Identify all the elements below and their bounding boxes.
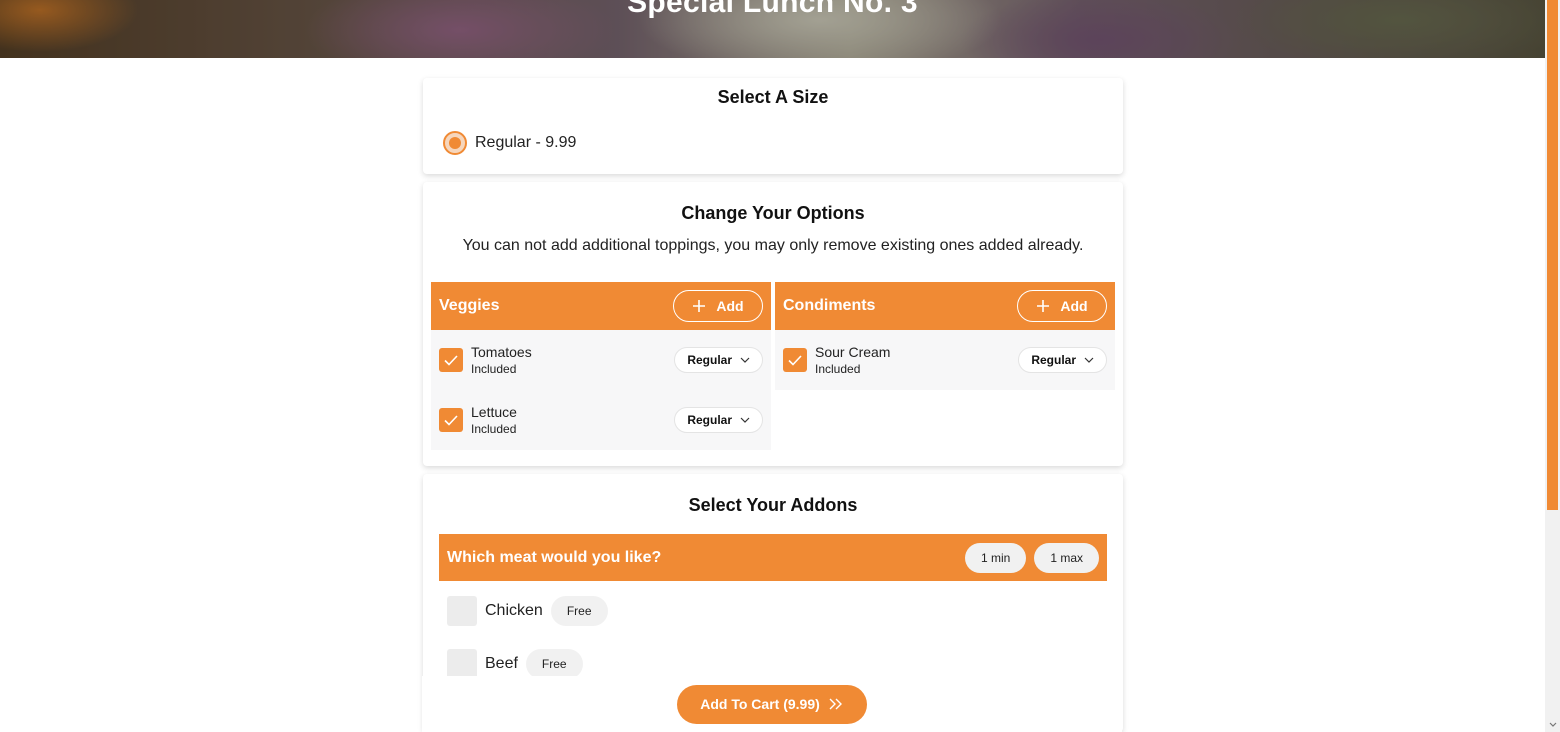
amount-select[interactable]: Regular (674, 347, 763, 373)
plus-icon (693, 300, 706, 312)
chevron-down-icon (1084, 357, 1094, 363)
radio-button[interactable] (443, 131, 467, 155)
add-button-label: Add (716, 298, 744, 314)
amount-select-value: Regular (687, 413, 732, 427)
double-chevron-right-icon (829, 698, 842, 710)
add-to-cart-button[interactable]: Add To Cart (9.99) (677, 684, 867, 724)
checkmark-icon (788, 355, 802, 366)
addon-question: Which meat would you like? (447, 548, 662, 566)
size-option-regular[interactable]: Regular - 9.99 (443, 131, 576, 155)
option-item-tomatoes: Tomatoes Included Regular (431, 330, 771, 390)
addons-section-title: Select Your Addons (688, 495, 858, 515)
scroll-down-arrow-icon[interactable] (1545, 717, 1560, 732)
cart-footer: Add To Cart (9.99) (422, 676, 1122, 732)
amount-select-value: Regular (1031, 353, 1076, 367)
plus-icon (1037, 300, 1050, 312)
addon-name: Beef (485, 655, 518, 672)
option-item-lettuce: Lettuce Included Regular (431, 390, 771, 450)
addon-choice-beef[interactable]: Beef Free (447, 649, 583, 679)
scrollbar-thumb[interactable] (1547, 0, 1558, 510)
chevron-down-icon (740, 357, 750, 363)
item-name: Sour Cream (815, 344, 891, 360)
options-section-title: Change Your Options (681, 203, 865, 223)
add-to-cart-label: Add To Cart (9.99) (700, 696, 820, 712)
group-header: Veggies Add (431, 282, 771, 330)
size-option-label: Regular - 9.99 (475, 134, 577, 151)
checkbox-checked[interactable] (439, 408, 463, 432)
size-section-title: Select A Size (717, 87, 829, 107)
item-status: Included (471, 422, 517, 436)
option-item-sour-cream: Sour Cream Included Regular (775, 330, 1115, 390)
size-section: Select A Size Regular - 9.99 (423, 78, 1123, 174)
item-name: Lettuce (471, 404, 517, 420)
group-name: Veggies (439, 297, 500, 314)
checkmark-icon (444, 355, 458, 366)
item-status: Included (815, 362, 861, 376)
hero-banner: Special Lunch No. 3 (0, 0, 1545, 58)
add-condiments-button[interactable]: Add (1017, 290, 1107, 322)
checkbox-unchecked[interactable] (447, 649, 477, 679)
price-badge: Free (550, 596, 608, 626)
checkbox-unchecked[interactable] (447, 596, 477, 626)
product-title: Special Lunch No. 3 (627, 0, 918, 19)
page-scrollbar[interactable] (1545, 0, 1560, 732)
item-name: Tomatoes (471, 344, 532, 360)
group-condiments: Condiments Add Sour Cream Included Regul… (775, 282, 1115, 390)
max-badge: 1 max (1034, 542, 1099, 573)
checkmark-icon (444, 415, 458, 426)
addon-group-header: Which meat would you like? 1 min 1 max (439, 534, 1107, 581)
amount-select[interactable]: Regular (1018, 347, 1107, 373)
radio-selected-dot (449, 137, 461, 149)
group-veggies: Veggies Add Tomatoes Included Regular Le… (431, 282, 771, 450)
add-button-label: Add (1060, 298, 1088, 314)
amount-select[interactable]: Regular (674, 407, 763, 433)
chevron-down-icon (740, 417, 750, 423)
item-status: Included (471, 362, 517, 376)
checkbox-checked[interactable] (439, 348, 463, 372)
addon-choice-chicken[interactable]: Chicken Free (447, 596, 608, 626)
group-name: Condiments (783, 297, 876, 314)
options-section: Change Your Options You can not add addi… (423, 182, 1123, 466)
price-badge: Free (525, 649, 583, 679)
add-veggies-button[interactable]: Add (673, 290, 763, 322)
min-badge: 1 min (964, 542, 1027, 573)
checkbox-checked[interactable] (783, 348, 807, 372)
addon-name: Chicken (485, 602, 543, 619)
amount-select-value: Regular (687, 353, 732, 367)
options-note: You can not add additional toppings, you… (462, 237, 1084, 254)
group-header: Condiments Add (775, 282, 1115, 330)
